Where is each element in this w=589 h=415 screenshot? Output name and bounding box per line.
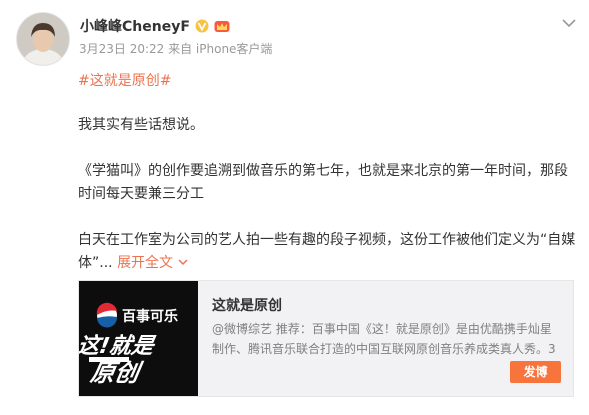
topic-hashtag-link[interactable]: #这就是原创# [78, 70, 171, 90]
user-name-row: 小峰峰CheneyF [80, 16, 230, 36]
post-weibo-button[interactable]: 发博 [510, 361, 561, 383]
expand-full-text-link[interactable]: 展开全文 [117, 255, 190, 271]
chevron-down-icon [562, 19, 576, 28]
post-text-line-last: 体”... 展开全文 [78, 252, 190, 275]
card-title[interactable]: 这就是原创 [212, 295, 282, 315]
card-desc-line: @微博综艺 推荐：百事中国《这！就是原创》是由优酷携手灿星 [212, 322, 552, 336]
expand-label[interactable]: 展开全文 [117, 255, 173, 271]
svg-text:这!就是: 这!就是 [79, 333, 158, 359]
card-description: @微博综艺 推荐：百事中国《这！就是原创》是由优酷携手灿星 制作、腾讯音乐联合打… [212, 319, 564, 359]
vip-crown-icon[interactable] [214, 19, 230, 33]
post-text-line: 白天在工作室为公司的艺人拍一些有趣的段子视频，这份工作被他们定义为“自媒 [78, 232, 576, 248]
verified-icon [195, 19, 209, 33]
post-text-line: 《学猫叫》的创作要追溯到做音乐的第七年，也就是来北京的第一年时间，那段 [78, 163, 568, 179]
avatar[interactable] [16, 12, 70, 66]
svg-text:原创: 原创 [88, 359, 145, 387]
show-thumbnail[interactable]: 百事可乐 这!就是 原创 [79, 281, 198, 396]
post-text-line: 我其实有些话想说。 [78, 117, 204, 133]
post-text-truncated: 体”... [78, 255, 113, 271]
media-card[interactable]: 百事可乐 这!就是 原创 这就是原创 @微博综艺 推荐：百事中国《这！就是原创》… [78, 280, 574, 397]
user-name[interactable]: 小峰峰CheneyF [80, 19, 190, 35]
card-desc-line: 制作、腾讯音乐联合打造的中国互联网原创音乐养成类真人秀。3 [212, 342, 556, 356]
post-text-line: 时间每天要兼三分工 [78, 186, 204, 202]
expand-chevron-icon [178, 259, 188, 266]
svg-text:百事可乐: 百事可乐 [122, 308, 178, 325]
post-meta: 3月23日 20:22 来自 iPhone客户端 [79, 42, 273, 56]
post-menu-button[interactable] [558, 14, 580, 32]
